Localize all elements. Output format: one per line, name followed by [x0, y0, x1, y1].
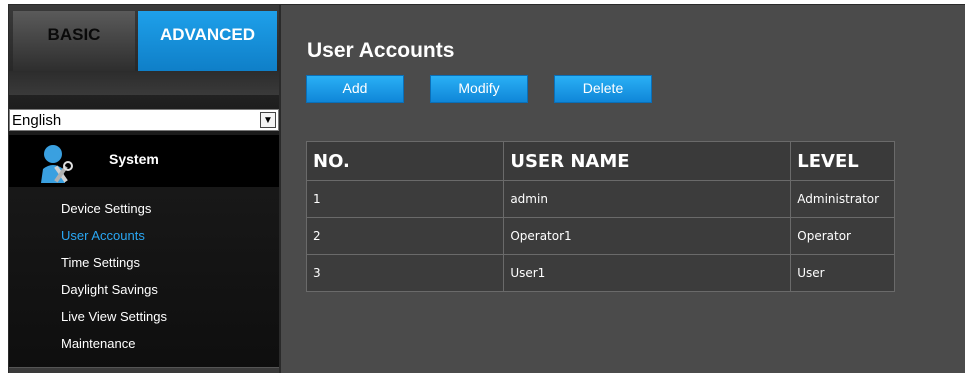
- app-frame: BASIC ADVANCED English ▼ System Device S…: [8, 4, 965, 373]
- cell-level: Operator: [790, 217, 895, 255]
- language-select[interactable]: English ▼: [9, 109, 279, 131]
- table-row[interactable]: 1 admin Administrator: [305, 180, 895, 218]
- sidebar-item-live-view-settings[interactable]: Live View Settings: [9, 303, 279, 330]
- sidebar-next-section: [9, 367, 279, 373]
- cell-level: User: [790, 254, 895, 292]
- cell-user-name: admin: [503, 180, 792, 218]
- sidebar-item-daylight-savings[interactable]: Daylight Savings: [9, 276, 279, 303]
- cell-no: 1: [305, 180, 505, 218]
- cell-no: 3: [305, 254, 505, 292]
- add-button[interactable]: Add: [306, 75, 404, 103]
- cell-user-name: Operator1: [503, 217, 792, 255]
- cell-no: 2: [305, 217, 505, 255]
- table-row[interactable]: 3 User1 User: [305, 254, 895, 292]
- tab-advanced[interactable]: ADVANCED: [138, 11, 277, 71]
- column-header-user-name: USER NAME: [503, 141, 792, 181]
- system-section-header[interactable]: System: [9, 135, 279, 187]
- user-accounts-table: NO. USER NAME LEVEL 1 admin Administrato…: [305, 141, 895, 292]
- page-title: User Accounts: [307, 39, 455, 62]
- cell-level: Administrator: [790, 180, 895, 218]
- main-content: User Accounts Add Modify Delete NO. USER…: [281, 5, 965, 373]
- sidebar-item-maintenance[interactable]: Maintenance: [9, 330, 279, 357]
- sidebar: BASIC ADVANCED English ▼ System Device S…: [9, 5, 281, 373]
- sidebar-item-user-accounts[interactable]: User Accounts: [9, 222, 279, 249]
- chevron-down-icon: ▼: [260, 112, 276, 128]
- table-row[interactable]: 2 Operator1 Operator: [305, 217, 895, 255]
- sidebar-item-device-settings[interactable]: Device Settings: [9, 195, 279, 222]
- language-select-value: English: [12, 111, 62, 129]
- tab-divider: [9, 71, 279, 95]
- system-section-title: System: [109, 151, 159, 167]
- system-tools-icon: [41, 145, 73, 183]
- tab-basic[interactable]: BASIC: [13, 11, 135, 71]
- delete-button[interactable]: Delete: [554, 75, 652, 103]
- cell-user-name: User1: [503, 254, 792, 292]
- sidebar-menu: Device Settings User Accounts Time Setti…: [9, 195, 279, 357]
- column-header-level: LEVEL: [790, 141, 895, 181]
- sidebar-item-time-settings[interactable]: Time Settings: [9, 249, 279, 276]
- table-header-row: NO. USER NAME LEVEL: [305, 141, 895, 181]
- modify-button[interactable]: Modify: [430, 75, 528, 103]
- mode-tabs: BASIC ADVANCED: [13, 11, 277, 71]
- column-header-no: NO.: [305, 141, 505, 181]
